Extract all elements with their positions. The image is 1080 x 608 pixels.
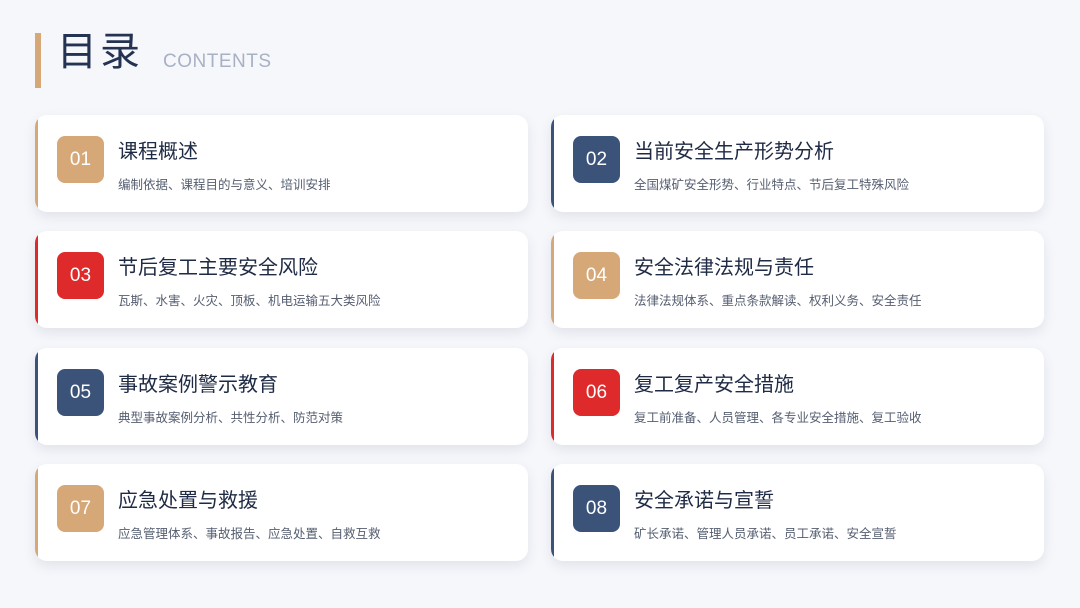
- item-description: 矿长承诺、管理人员承诺、员工承诺、安全宣誓: [634, 526, 897, 541]
- contents-item-01[interactable]: 01 课程概述 编制依据、课程目的与意义、培训安排: [35, 115, 528, 212]
- item-number-badge: 07: [57, 485, 104, 532]
- title-accent-bar: [35, 33, 41, 88]
- item-description: 法律法规体系、重点条款解读、权利义务、安全责任: [634, 293, 922, 308]
- item-number-badge: 08: [573, 485, 620, 532]
- item-number-badge: 02: [573, 136, 620, 183]
- item-description: 应急管理体系、事故报告、应急处置、自救互救: [118, 526, 381, 541]
- contents-item-02[interactable]: 02 当前安全生产形势分析 全国煤矿安全形势、行业特点、节后复工特殊风险: [551, 115, 1044, 212]
- contents-item-08[interactable]: 08 安全承诺与宣誓 矿长承诺、管理人员承诺、员工承诺、安全宣誓: [551, 464, 1044, 561]
- card-accent-bar: [35, 464, 38, 561]
- card-accent-bar: [35, 348, 38, 445]
- page-title: 目录: [57, 29, 143, 75]
- item-description: 瓦斯、水害、火灾、顶板、机电运输五大类风险: [118, 293, 381, 308]
- contents-item-03[interactable]: 03 节后复工主要安全风险 瓦斯、水害、火灾、顶板、机电运输五大类风险: [35, 231, 528, 328]
- item-description: 复工前准备、人员管理、各专业安全措施、复工验收: [634, 410, 922, 425]
- card-accent-bar: [551, 231, 554, 328]
- item-description: 全国煤矿安全形势、行业特点、节后复工特殊风险: [634, 177, 910, 192]
- item-title: 安全法律法规与责任: [634, 255, 814, 279]
- contents-item-07[interactable]: 07 应急处置与救援 应急管理体系、事故报告、应急处置、自救互救: [35, 464, 528, 561]
- item-title: 课程概述: [118, 139, 198, 163]
- card-accent-bar: [551, 115, 554, 212]
- item-number-badge: 06: [573, 369, 620, 416]
- card-accent-bar: [35, 231, 38, 328]
- item-title: 当前安全生产形势分析: [634, 139, 834, 163]
- item-description: 典型事故案例分析、共性分析、防范对策: [118, 410, 344, 425]
- item-title: 节后复工主要安全风险: [118, 255, 318, 279]
- contents-page: 目录 CONTENTS 01 课程概述 编制依据、课程目的与意义、培训安排 02…: [0, 0, 1080, 608]
- item-title: 事故案例警示教育: [118, 372, 278, 396]
- item-title: 应急处置与救援: [118, 488, 258, 512]
- item-title: 复工复产安全措施: [634, 372, 794, 396]
- contents-item-06[interactable]: 06 复工复产安全措施 复工前准备、人员管理、各专业安全措施、复工验收: [551, 348, 1044, 445]
- contents-item-05[interactable]: 05 事故案例警示教育 典型事故案例分析、共性分析、防范对策: [35, 348, 528, 445]
- item-description: 编制依据、课程目的与意义、培训安排: [118, 177, 331, 192]
- item-number-badge: 04: [573, 252, 620, 299]
- item-number-badge: 01: [57, 136, 104, 183]
- item-number-badge: 03: [57, 252, 104, 299]
- item-title: 安全承诺与宣誓: [634, 488, 774, 512]
- card-accent-bar: [551, 464, 554, 561]
- card-accent-bar: [551, 348, 554, 445]
- page-subtitle: CONTENTS: [163, 51, 272, 72]
- card-accent-bar: [35, 115, 38, 212]
- contents-item-04[interactable]: 04 安全法律法规与责任 法律法规体系、重点条款解读、权利义务、安全责任: [551, 231, 1044, 328]
- item-number-badge: 05: [57, 369, 104, 416]
